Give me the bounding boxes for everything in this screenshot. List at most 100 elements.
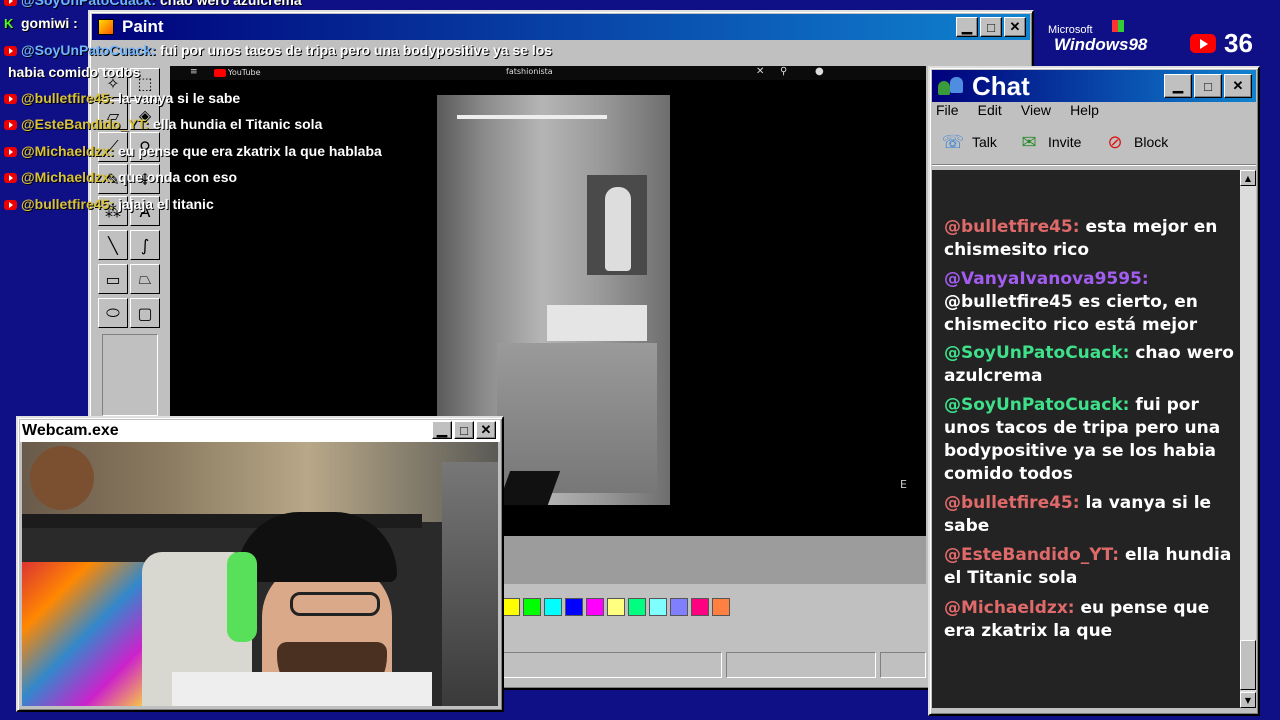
- people-icon: [938, 75, 964, 97]
- talk-icon: ☏: [941, 131, 965, 152]
- chat-message: @bulletfire45: esta mejor en chismesito …: [944, 216, 1234, 262]
- chat-title: Chat: [972, 70, 1030, 101]
- palette-color-swatch[interactable]: [691, 598, 709, 616]
- webcam-minimize-button[interactable]: ▁: [432, 421, 452, 439]
- overlay-chat-text: habia comido todos: [8, 64, 141, 80]
- paint-titlebar[interactable]: Paint ▁ □ ✕: [92, 14, 1030, 40]
- chat-titlebar[interactable]: Chat ▁ □ ✕: [932, 70, 1256, 102]
- chat-scrollbar[interactable]: ▲ ▼: [1240, 170, 1256, 708]
- rounded-rect-icon[interactable]: ▢: [130, 298, 160, 328]
- youtube-icon: [1190, 34, 1216, 53]
- palette-color-swatch[interactable]: [670, 598, 688, 616]
- mic-icon: ●: [815, 66, 824, 77]
- invite-button[interactable]: ✉ Invite: [1016, 130, 1081, 154]
- status-bar-right: [880, 652, 926, 678]
- overlay-chat-text: jajaja el titanic: [118, 196, 214, 212]
- overlay-chat-user: @SoyUnPatoCuack:: [21, 42, 157, 58]
- youtube-logo-icon: [214, 69, 226, 77]
- webcam-maximize-button[interactable]: □: [454, 421, 474, 439]
- chat-message: @SoyUnPatoCuack: chao wero azulcrema: [944, 342, 1234, 388]
- youtube-header: ≡ YouTube fatshionista ✕ ⚲ ●: [170, 66, 926, 80]
- overlay-chat-text: chao wero azulcrema: [160, 0, 302, 8]
- chat-message-user[interactable]: @EsteBandido_YT:: [944, 545, 1119, 565]
- headphones: [227, 552, 257, 642]
- chat-maximize-button[interactable]: □: [1194, 74, 1222, 98]
- youtube-icon: [4, 147, 17, 158]
- chat-message: @SoyUnPatoCuack: fui por unos tacos de t…: [944, 394, 1234, 486]
- invite-icon: ✉: [1021, 131, 1037, 152]
- paint-title: Paint: [122, 17, 164, 36]
- chat-message: @VanyaIvanova9595: @bulletfire45 es cier…: [944, 268, 1234, 337]
- overlay-chat-text: la vanya si le sabe: [118, 90, 241, 106]
- chat-toolbar-divider: [932, 164, 1256, 166]
- chat-message-user[interactable]: @Michaeldzx:: [944, 598, 1075, 618]
- overlay-chat-user: @SoyUnPatoCuack:: [21, 0, 157, 8]
- webcam-titlebar[interactable]: Webcam.exe ▁ □ ✕: [20, 420, 500, 442]
- palette-color-swatch[interactable]: [565, 598, 583, 616]
- palette-color-swatch[interactable]: [712, 598, 730, 616]
- chat-menubar: File Edit View Help: [936, 100, 1113, 119]
- scroll-thumb[interactable]: [1240, 640, 1256, 690]
- youtube-icon: [4, 120, 17, 131]
- colorful-poster: [22, 562, 152, 706]
- webcam-title: Webcam.exe: [22, 422, 119, 439]
- curve-icon[interactable]: ∫: [130, 230, 160, 260]
- tool-options-box[interactable]: [102, 334, 158, 416]
- overlay-chat-line: @Michaeldzx: que onda con eso: [4, 169, 237, 185]
- palette-color-swatch[interactable]: [649, 598, 667, 616]
- overlay-chat-user: @bulletfire45:: [21, 196, 115, 212]
- chat-message-user[interactable]: @bulletfire45:: [944, 217, 1080, 237]
- windows98-logo: Microsoft Windows98: [1048, 20, 1168, 56]
- chat-message-pane[interactable]: @bulletfire45: esta mejor en chismesito …: [932, 170, 1240, 708]
- bookshelf: [442, 462, 498, 706]
- polygon-icon[interactable]: ⏢: [130, 264, 160, 294]
- minimize-button[interactable]: ▁: [956, 17, 978, 37]
- chat-message: @EsteBandido_YT: ella hundia el Titanic …: [944, 544, 1234, 590]
- menu-icon: ≡: [190, 67, 198, 77]
- ellipse-icon[interactable]: ⬭: [98, 298, 128, 328]
- chat-message-user[interactable]: @bulletfire45:: [944, 493, 1080, 513]
- close-button[interactable]: ✕: [1004, 17, 1026, 37]
- overlay-chat-user: gomiwi :: [21, 15, 78, 31]
- logo-windows98: Windows98: [1054, 35, 1148, 54]
- scroll-up-button[interactable]: ▲: [1240, 170, 1256, 186]
- palette-color-swatch[interactable]: [628, 598, 646, 616]
- talk-label: Talk: [972, 134, 997, 150]
- overlay-chat-text: que onda con eso: [118, 169, 238, 185]
- chat-message-user[interactable]: @VanyaIvanova9595:: [944, 269, 1149, 289]
- palette-color-swatch[interactable]: [502, 598, 520, 616]
- palette-color-swatch[interactable]: [523, 598, 541, 616]
- overlay-chat-user: @Michaeldzx:: [21, 143, 115, 159]
- overlay-chat-line: @bulletfire45: la vanya si le sabe: [4, 90, 240, 106]
- menu-file[interactable]: File: [936, 102, 959, 118]
- chat-minimize-button[interactable]: ▁: [1164, 74, 1192, 98]
- menu-edit[interactable]: Edit: [978, 102, 1002, 118]
- overlay-chat-line: @SoyUnPatoCuack: chao wero azulcrema: [4, 0, 302, 8]
- rectangle-icon[interactable]: ▭: [98, 264, 128, 294]
- overlay-chat-user: @Michaeldzx:: [21, 169, 115, 185]
- talk-button[interactable]: ☏ Talk: [940, 130, 997, 154]
- palette-color-swatch[interactable]: [586, 598, 604, 616]
- overlay-chat-text: ella hundia el Titanic sola: [153, 116, 323, 132]
- chat-close-button[interactable]: ✕: [1224, 74, 1252, 98]
- sink: [547, 305, 647, 341]
- webcam-close-button[interactable]: ✕: [476, 421, 496, 439]
- viewer-counter: 36: [1190, 28, 1253, 59]
- webcam-feed: [22, 442, 498, 706]
- palette-color-swatch[interactable]: [544, 598, 562, 616]
- line-icon[interactable]: ╲: [98, 230, 128, 260]
- youtube-icon: [4, 0, 17, 7]
- menu-help[interactable]: Help: [1070, 102, 1099, 118]
- overlay-chat-user: @bulletfire45:: [21, 90, 115, 106]
- glasses: [290, 592, 380, 616]
- block-button[interactable]: ⊘ Block: [1102, 130, 1168, 154]
- youtube-icon: [4, 173, 17, 184]
- scroll-down-button[interactable]: ▼: [1240, 692, 1256, 708]
- palette-color-swatch[interactable]: [607, 598, 625, 616]
- overlay-chat-line: @Michaeldzx: eu pense que era zkatrix la …: [4, 143, 382, 159]
- menu-view[interactable]: View: [1021, 102, 1051, 118]
- chat-message-user[interactable]: @SoyUnPatoCuack:: [944, 343, 1129, 363]
- chat-message-user[interactable]: @SoyUnPatoCuack:: [944, 395, 1129, 415]
- maximize-button[interactable]: □: [980, 17, 1002, 37]
- paint-canvas-gray: [500, 536, 926, 584]
